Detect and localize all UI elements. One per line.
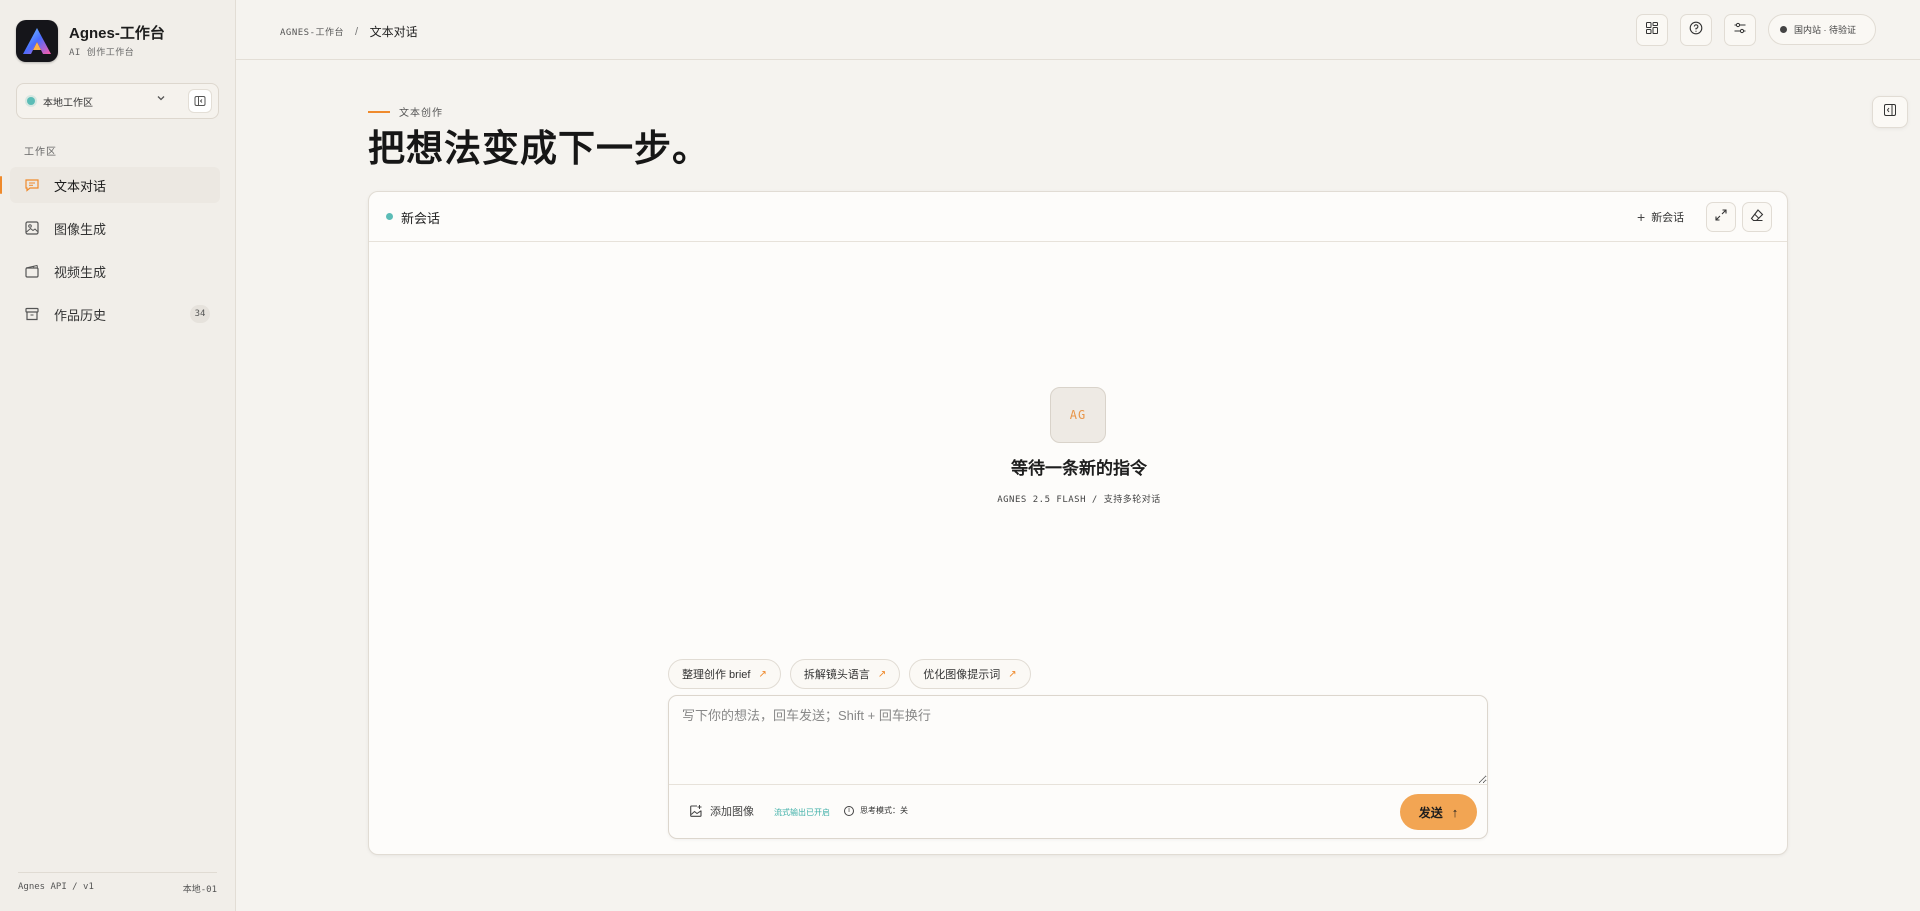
video-icon	[24, 263, 40, 279]
sidebar-item-label: 作品历史	[54, 307, 107, 323]
collapse-sidebar-icon[interactable]	[188, 89, 212, 113]
assistant-avatar: AG	[1050, 387, 1106, 443]
help-button[interactable]	[1680, 14, 1712, 46]
sidebar-item-label: 文本对话	[54, 178, 107, 194]
arrow-up-right-icon: ↗	[1008, 668, 1017, 680]
empty-state-subtitle: AGNES 2.5 FLASH / 支持多轮对话	[997, 495, 1161, 505]
add-image-button[interactable]: 添加图像	[689, 803, 754, 819]
arrow-up-right-icon: ↗	[758, 668, 767, 680]
region-status: 国内站 · 待验证	[1794, 25, 1856, 35]
composer-footer: 添加图像 流式输出已开启 i 思考模式：关 发送 ↑	[669, 786, 1487, 839]
sidebar-footer: Agnes API / v1 本地-01	[18, 872, 217, 895]
plus-icon: +	[1637, 209, 1646, 225]
workspace-label: 本地工作区	[43, 97, 93, 109]
breadcrumb-current: 文本对话	[369, 25, 418, 39]
brand-logo-icon	[16, 20, 58, 62]
toggle-side-panel-button[interactable]	[1872, 96, 1908, 128]
settings-button[interactable]	[1724, 14, 1756, 46]
session-title: 新会话	[401, 211, 441, 226]
chat-panel-header: 新会话 + 新会话	[369, 192, 1787, 242]
suggestion-chip[interactable]: 优化图像提示词 ↗	[909, 659, 1031, 689]
suggestion-chip[interactable]: 整理创作 brief ↗	[668, 659, 781, 689]
send-label: 发送	[1418, 805, 1443, 820]
sidebar-item-video[interactable]: 视频生成	[10, 253, 220, 289]
page-title: 把想法变成下一步。	[368, 128, 710, 169]
image-icon	[24, 220, 40, 236]
think-mode-label: 思考模式：关	[860, 806, 908, 815]
sidebar-item-label: 图像生成	[54, 221, 107, 237]
sidebar-item-image[interactable]: 图像生成	[10, 210, 220, 246]
expand-button[interactable]	[1706, 202, 1736, 232]
sidebar: Agnes-工作台 AI 创作工作台 本地工作区 工作区 文本对话 图像生成 视…	[0, 0, 236, 911]
grid-view-button[interactable]	[1636, 14, 1668, 46]
sliders-icon	[1733, 21, 1747, 40]
stream-status: 流式输出已开启	[774, 808, 830, 817]
add-image-icon	[689, 804, 703, 818]
suggestion-chip-label: 整理创作 brief	[682, 669, 751, 681]
help-icon	[1689, 21, 1703, 40]
sidebar-item-history[interactable]: 作品历史 34	[10, 296, 220, 332]
side-panel-icon	[1883, 103, 1897, 122]
arrow-up-right-icon: ↗	[877, 668, 887, 680]
chevron-down-icon	[155, 92, 167, 107]
hero-eyebrow-text: 文本创作	[399, 108, 443, 119]
new-session-button[interactable]: + 新会话	[1637, 209, 1684, 225]
node-label: 本地-01	[182, 885, 217, 895]
grid-icon	[1645, 21, 1659, 40]
region-status-pill[interactable]: 国内站 · 待验证	[1768, 14, 1876, 45]
eraser-icon	[1750, 208, 1764, 227]
breadcrumb-separator: /	[355, 25, 359, 38]
message-input[interactable]	[669, 696, 1487, 785]
suggestion-chip-label: 拆解镜头语言	[803, 669, 870, 681]
history-count-badge: 34	[190, 305, 210, 323]
arrow-up-icon: ↑	[1451, 804, 1459, 820]
breadcrumb-root[interactable]: AGNES-工作台	[280, 25, 344, 38]
send-button[interactable]: 发送 ↑	[1400, 794, 1477, 830]
expand-icon	[1714, 208, 1728, 227]
brand-subtitle: AI 创作工作台	[69, 48, 135, 58]
think-mode-toggle[interactable]: i 思考模式：关	[844, 805, 908, 816]
section-label: 工作区	[24, 147, 57, 158]
new-session-label: 新会话	[1651, 212, 1685, 224]
api-version: Agnes API / v1	[18, 882, 94, 892]
sidebar-item-text-chat[interactable]: 文本对话	[0, 167, 220, 203]
suggestion-chip[interactable]: 拆解镜头语言 ↗	[789, 659, 901, 689]
archive-icon	[24, 306, 40, 322]
suggestion-chips: 整理创作 brief ↗ 拆解镜头语言 ↗ 优化图像提示词 ↗	[668, 659, 1040, 689]
brand-title: Agnes-工作台	[69, 25, 165, 42]
brand[interactable]: Agnes-工作台 AI 创作工作台	[16, 20, 165, 62]
workspace-select[interactable]: 本地工作区	[16, 83, 219, 119]
clear-button[interactable]	[1742, 202, 1772, 232]
hero-eyebrow: 文本创作	[368, 104, 443, 119]
session-status-dot	[386, 213, 393, 220]
composer: 添加图像 流式输出已开启 i 思考模式：关 发送 ↑	[668, 695, 1488, 839]
topbar: AGNES-工作台 / 文本对话 国内站 · 待验证	[236, 0, 1920, 60]
sidebar-item-label: 视频生成	[54, 264, 107, 280]
chat-icon	[24, 177, 40, 193]
empty-state-title: 等待一条新的指令	[1011, 459, 1147, 478]
workspace-status-dot	[27, 97, 35, 105]
info-icon: i	[844, 805, 854, 816]
add-image-label: 添加图像	[710, 806, 754, 818]
chat-panel: 新会话 + 新会话 AG 等待一条新的指令 AGNES 2.5 FLASH / …	[368, 191, 1788, 855]
eyebrow-accent-line	[368, 110, 390, 113]
status-dot	[1780, 26, 1787, 33]
breadcrumb: AGNES-工作台 / 文本对话	[280, 23, 418, 40]
suggestion-chip-label: 优化图像提示词	[923, 669, 1001, 681]
